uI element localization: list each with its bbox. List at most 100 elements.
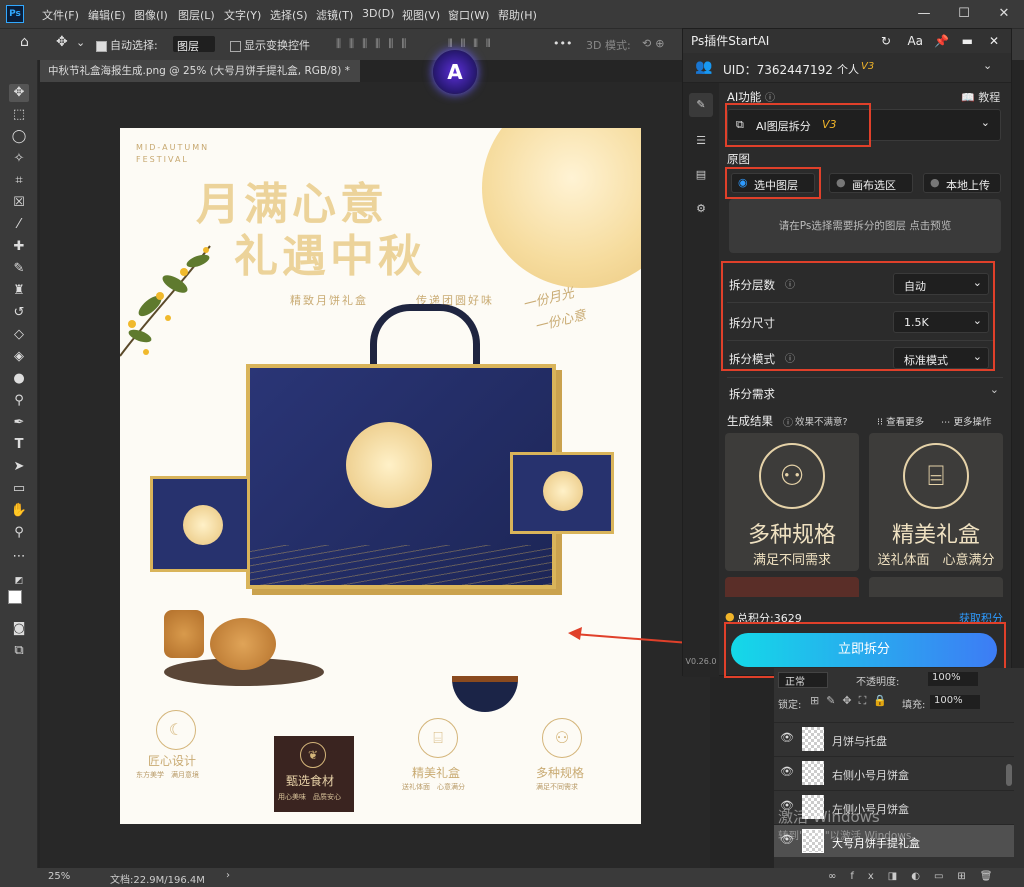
fill-input[interactable]: 100%	[930, 695, 980, 709]
distribute-icons[interactable]: ⫴⫴⫴⫴	[448, 37, 498, 51]
maximize-button[interactable]: ☐	[944, 0, 984, 28]
layers-icon[interactable]: ☰	[689, 129, 713, 153]
view-more-link[interactable]: ⁝⁝ 查看更多	[877, 414, 924, 428]
layers-scrollbar[interactable]	[1006, 764, 1012, 786]
people-icon: ⚇	[759, 443, 825, 509]
menu-layer[interactable]: 图层(L)	[178, 7, 215, 23]
chevron-down-icon[interactable]: ⌄	[983, 59, 992, 72]
gift-icon: ⌸	[418, 718, 458, 758]
radio-unchecked-icon: ●	[930, 176, 940, 189]
history-brush-icon[interactable]: ↺	[9, 304, 29, 322]
3d-mode-icons[interactable]: ⟲⊕	[642, 37, 668, 50]
lock-icons[interactable]: ⊞✎✥⛶🔒	[810, 694, 894, 708]
account-version-badge: V3	[861, 61, 875, 72]
more-tools-icon[interactable]: ⋯	[9, 548, 29, 566]
opacity-input[interactable]: 100%	[928, 672, 978, 686]
blend-mode-select[interactable]: 正常	[778, 672, 828, 688]
result-card[interactable]: ⚇ 多种规格 满足不同需求	[725, 433, 859, 571]
blur-tool-icon[interactable]: ●	[9, 370, 29, 388]
status-menu-arrow[interactable]: ›	[226, 870, 230, 881]
tutorial-link[interactable]: 📖 教程	[961, 89, 1000, 105]
screen-mode-icon[interactable]: ⧉	[9, 642, 29, 660]
preview-hint-box[interactable]: 请在Ps选择需要拆分的图层 点击预览	[729, 199, 1001, 253]
crop-tool-icon[interactable]: ⌗	[9, 172, 29, 190]
highlight-box	[725, 103, 871, 147]
dodge-tool-icon[interactable]: ⚲	[9, 392, 29, 410]
path-select-icon[interactable]: ➤	[9, 458, 29, 476]
minimize-icon[interactable]: ▬	[962, 29, 973, 53]
box-moon-image	[346, 422, 432, 508]
close-icon[interactable]: ✕	[989, 29, 999, 53]
eye-icon[interactable]: 👁	[780, 765, 794, 778]
menu-help[interactable]: 帮助(H)	[498, 7, 537, 23]
results-hint[interactable]: 效果不满意?	[795, 414, 848, 428]
window-controls: — ☐ ✕	[904, 0, 1024, 28]
requirements-label: 拆分需求	[729, 387, 775, 401]
chevron-down-icon[interactable]: ⌄	[76, 36, 85, 49]
auto-select-value: 图层	[177, 40, 199, 53]
marquee-tool-icon[interactable]: ⬚	[9, 106, 29, 124]
layer-row[interactable]: 👁 月饼与托盘	[774, 722, 1014, 755]
minimize-button[interactable]: —	[904, 0, 944, 28]
refresh-icon[interactable]: ↻	[881, 29, 891, 53]
settings-gear-icon[interactable]: ⚙	[689, 197, 713, 221]
layer-actions-icons[interactable]: ∞fx◨◐▭⊞🗑	[828, 871, 1006, 882]
info-icon[interactable]: ⓘ	[765, 89, 775, 104]
default-colors-icon[interactable]: ◩	[9, 572, 29, 590]
zoom-tool-icon[interactable]: ⚲	[9, 524, 29, 542]
hand-tool-icon[interactable]: ✋	[9, 502, 29, 520]
home-icon[interactable]: ⌂	[20, 34, 29, 50]
startai-logo-icon[interactable]: A	[433, 50, 477, 94]
pin-icon[interactable]: 📌	[934, 29, 949, 53]
menu-filter[interactable]: 滤镜(T)	[316, 7, 353, 23]
pen-tool-icon[interactable]: ✒	[9, 414, 29, 432]
result-card[interactable]	[869, 577, 1003, 597]
frame-tool-icon[interactable]: ☒	[9, 194, 29, 212]
healing-brush-icon[interactable]: ✚	[9, 238, 29, 256]
move-tool-icon[interactable]: ✥	[9, 84, 29, 102]
menu-3d[interactable]: 3D(D)	[362, 7, 395, 20]
source-option-canvas-selection[interactable]: ● 画布选区	[829, 173, 913, 193]
menu-type[interactable]: 文字(Y)	[224, 7, 261, 23]
align-icons[interactable]: ⫼⫼⫼⫼⫼⫼	[336, 37, 414, 51]
menu-image[interactable]: 图像(I)	[134, 7, 168, 23]
layer-row[interactable]: 👁 右侧小号月饼盒	[774, 756, 1014, 789]
eraser-tool-icon[interactable]: ◇	[9, 326, 29, 344]
font-size-icon[interactable]: Aa	[907, 29, 923, 53]
document-tab[interactable]: 中秋节礼盒海报生成.png @ 25% (大号月饼手提礼盒, RGB/8) * …	[40, 60, 360, 99]
requirements-row[interactable]: 拆分需求 ⌄	[727, 377, 1003, 407]
more-options-icon[interactable]: •••	[553, 37, 572, 50]
menu-select[interactable]: 选择(S)	[270, 7, 308, 23]
help-icon[interactable]: ⓘ	[783, 414, 793, 429]
ingredients-feature-card: ❦ 甄选食材 用心美味 品质安心	[274, 736, 354, 812]
result-card[interactable]: ⌸ 精美礼盒 送礼体面 心意满分	[869, 433, 1003, 571]
more-operations-link[interactable]: ⋯ 更多操作	[941, 414, 992, 428]
paint-bucket-icon[interactable]: ◈	[9, 348, 29, 366]
card-title: 多种规格	[747, 523, 836, 548]
document-icon[interactable]: ▤	[689, 163, 713, 187]
result-card[interactable]	[725, 577, 859, 597]
rectangle-tool-icon[interactable]: ▭	[9, 480, 29, 498]
auto-select-checkbox[interactable]: 自动选择:	[96, 37, 158, 53]
eyedropper-icon[interactable]: ⁄	[9, 216, 29, 234]
edit-tool-icon[interactable]: ✎	[689, 93, 713, 117]
left-small-box-image	[150, 476, 250, 572]
brush-tool-icon[interactable]: ✎	[9, 260, 29, 278]
quick-mask-icon[interactable]: ◙	[9, 620, 29, 638]
stamp-tool-icon[interactable]: ♜	[9, 282, 29, 300]
zoom-level[interactable]: 25%	[48, 871, 70, 882]
auto-select-dropdown[interactable]: 图层 ⌄	[172, 35, 216, 67]
menu-file[interactable]: 文件(F)	[42, 7, 79, 23]
magic-wand-icon[interactable]: ✧	[9, 150, 29, 168]
foreground-color-swatch[interactable]	[8, 590, 22, 604]
eye-icon[interactable]: 👁	[780, 731, 794, 744]
show-transform-checkbox[interactable]: 显示变换控件	[230, 37, 310, 53]
source-option-local-upload[interactable]: ● 本地上传	[923, 173, 1001, 193]
move-tool-icon[interactable]: ✥	[56, 34, 68, 50]
menu-window[interactable]: 窗口(W)	[448, 7, 489, 23]
menu-view[interactable]: 视图(V)	[402, 7, 440, 23]
close-button[interactable]: ✕	[984, 0, 1024, 28]
menu-edit[interactable]: 编辑(E)	[88, 7, 126, 23]
type-tool-icon[interactable]: T	[9, 436, 29, 454]
lasso-tool-icon[interactable]: ◯	[9, 128, 29, 146]
